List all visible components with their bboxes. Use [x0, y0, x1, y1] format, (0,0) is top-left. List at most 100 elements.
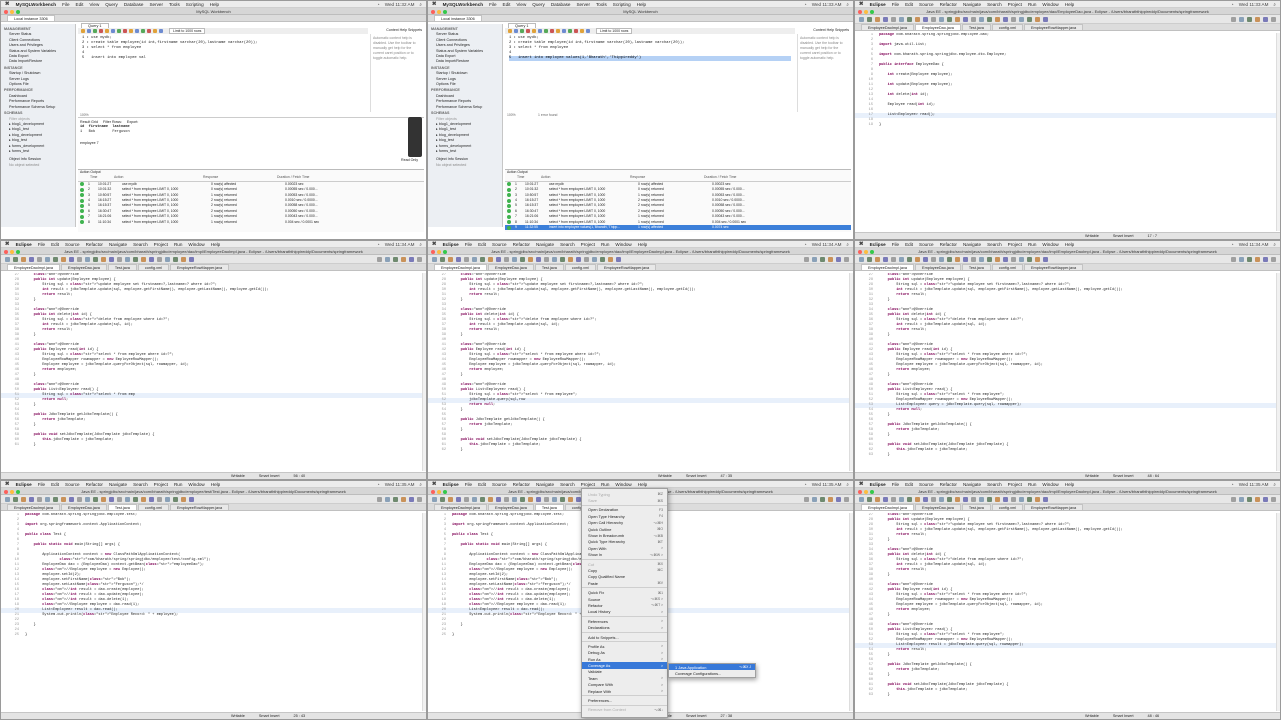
eclipse-menu-file[interactable]: File — [465, 482, 472, 487]
code-editor[interactable]: 27 class="ann">@Override 28 public int up… — [1, 273, 422, 471]
toolbar-button-icon[interactable] — [125, 256, 130, 262]
query-toolbar-icon[interactable] — [562, 29, 566, 33]
toolbar-button-icon[interactable] — [616, 256, 621, 262]
toolbar-button-icon[interactable] — [859, 256, 864, 262]
minimize-window-button[interactable] — [10, 249, 14, 254]
eclipse-menu-window[interactable]: Window — [188, 242, 204, 247]
tab-test-java[interactable]: Test.java — [107, 264, 137, 270]
toolbar-button-icon[interactable] — [53, 256, 58, 262]
wb-menu-query[interactable]: Query — [105, 2, 118, 7]
query-toolbar-icon[interactable] — [123, 29, 127, 33]
tab-test-java[interactable]: Test.java — [107, 504, 137, 510]
apple-menu-icon[interactable]: ⌘ — [5, 241, 10, 247]
toolbar-button-icon[interactable] — [181, 256, 186, 262]
toolbar-button-icon[interactable] — [409, 256, 414, 262]
eclipse-menu-navigate[interactable]: Navigate — [536, 242, 554, 247]
eclipse-menu-navigate[interactable]: Navigate — [963, 2, 981, 7]
toolbar-button-icon[interactable] — [987, 496, 992, 502]
wb-menu-help[interactable]: Help — [637, 2, 646, 7]
eclipse-menu-search[interactable]: Search — [560, 482, 575, 487]
sidebar-item[interactable]: Performance Schema Setup — [4, 105, 72, 110]
toolbar-button-icon[interactable] — [93, 256, 98, 262]
toolbar-button-icon[interactable] — [417, 496, 422, 502]
toolbar-button-icon[interactable] — [987, 16, 992, 22]
toolbar-button-icon[interactable] — [987, 256, 992, 262]
toolbar-button-icon[interactable] — [1019, 256, 1024, 262]
toolbar-button-icon[interactable] — [189, 256, 194, 262]
toolbar-button-icon[interactable] — [141, 256, 146, 262]
toolbar-button-icon[interactable] — [77, 256, 82, 262]
toolbar-button-icon[interactable] — [1271, 256, 1276, 262]
toolbar-button-icon[interactable] — [891, 16, 896, 22]
apple-menu-icon[interactable]: ⌘ — [859, 481, 864, 487]
toolbar-button-icon[interactable] — [907, 256, 912, 262]
eclipse-menu-source[interactable]: Source — [919, 2, 934, 7]
tab-config-xml[interactable]: config.xml — [137, 264, 169, 270]
context-menu-item-remove-from-context[interactable]: Remove from Context ⌥⌘↓ — [582, 707, 667, 713]
toolbar-button-icon[interactable] — [165, 256, 170, 262]
query-toolbar-icon[interactable] — [580, 29, 584, 33]
toolbar-button-icon[interactable] — [931, 16, 936, 22]
wb-menu-scripting[interactable]: Scripting — [186, 2, 204, 7]
eclipse-menu-file[interactable]: File — [38, 242, 45, 247]
eclipse-menu-file[interactable]: File — [38, 482, 45, 487]
tab-test-java[interactable]: Test.java — [961, 264, 991, 270]
eclipse-menu-search[interactable]: Search — [133, 242, 148, 247]
toolbar-button-icon[interactable] — [109, 256, 114, 262]
app-menu[interactable]: Eclipse — [870, 2, 886, 7]
query-toolbar-icon[interactable] — [508, 29, 512, 33]
eclipse-menu-run[interactable]: Run — [174, 482, 182, 487]
eclipse-menu-edit[interactable]: Edit — [905, 242, 913, 247]
toolbar-button-icon[interactable] — [536, 496, 541, 502]
eclipse-menu-help[interactable]: Help — [1065, 482, 1074, 487]
eclipse-menu-refactor[interactable]: Refactor — [940, 482, 957, 487]
tab-employeerowmapper-java[interactable]: EmployeeRowMapper.java — [170, 264, 230, 270]
toolbar-button-icon[interactable] — [1247, 256, 1252, 262]
apple-menu-icon[interactable]: ⌘ — [859, 1, 864, 7]
tab-employeerowmapper-java[interactable]: EmployeeRowMapper.java — [170, 504, 230, 510]
toolbar-button-icon[interactable] — [552, 256, 557, 262]
search-icon[interactable]: ⌕ — [419, 482, 422, 487]
search-icon[interactable]: ⌕ — [1273, 2, 1276, 7]
tab-employeedaoimpl-java[interactable]: EmployeeDaoImpl.java — [861, 264, 915, 270]
toolbar-button-icon[interactable] — [1027, 256, 1032, 262]
toolbar-button-icon[interactable] — [1011, 256, 1016, 262]
toolbar-button-icon[interactable] — [157, 496, 162, 502]
eclipse-menu-window[interactable]: Window — [1042, 2, 1058, 7]
eclipse-menu-file[interactable]: File — [892, 482, 899, 487]
toolbar-button-icon[interactable] — [1003, 16, 1008, 22]
eclipse-menu-navigate[interactable]: Navigate — [109, 482, 127, 487]
schema-item[interactable]: ▸ forms_test — [4, 149, 72, 154]
toolbar-button-icon[interactable] — [401, 496, 406, 502]
eclipse-menu-project[interactable]: Project — [1008, 482, 1022, 487]
eclipse-menu-search[interactable]: Search — [987, 2, 1002, 7]
tab-employeedao-java[interactable]: EmployeeDao.java — [61, 264, 107, 270]
app-menu[interactable]: Eclipse — [16, 482, 32, 487]
toolbar-button-icon[interactable] — [456, 496, 461, 502]
tab-config-xml[interactable]: config.xml — [137, 504, 169, 510]
eclipse-menu-navigate[interactable]: Navigate — [109, 242, 127, 247]
toolbar-button-icon[interactable] — [883, 16, 888, 22]
toolbar-button-icon[interactable] — [480, 256, 485, 262]
toolbar-button-icon[interactable] — [907, 496, 912, 502]
toolbar-button-icon[interactable] — [1263, 496, 1268, 502]
toolbar-button-icon[interactable] — [157, 256, 162, 262]
toolbar-button-icon[interactable] — [536, 256, 541, 262]
toolbar-button-icon[interactable] — [1035, 16, 1040, 22]
tab-config-xml[interactable]: config.xml — [991, 504, 1023, 510]
query-toolbar-icon[interactable] — [556, 29, 560, 33]
search-icon[interactable]: ⌕ — [1273, 242, 1276, 247]
eclipse-menu-refactor[interactable]: Refactor — [513, 242, 530, 247]
toolbar-button-icon[interactable] — [464, 496, 469, 502]
toolbar-button-icon[interactable] — [836, 256, 841, 262]
eclipse-menu-project[interactable]: Project — [154, 482, 168, 487]
close-window-button[interactable] — [431, 489, 435, 494]
eclipse-menu-window[interactable]: Window — [188, 482, 204, 487]
wb-menu-edit[interactable]: Edit — [76, 2, 84, 7]
toolbar-button-icon[interactable] — [931, 256, 936, 262]
context-menu-item-declarations[interactable]: Declarations > — [582, 624, 667, 630]
sidebar-item[interactable]: Options File — [4, 82, 72, 87]
tab-employeedao-java[interactable]: EmployeeDao.java — [915, 504, 961, 510]
toolbar-button-icon[interactable] — [488, 496, 493, 502]
zoom-window-button[interactable] — [870, 249, 874, 254]
